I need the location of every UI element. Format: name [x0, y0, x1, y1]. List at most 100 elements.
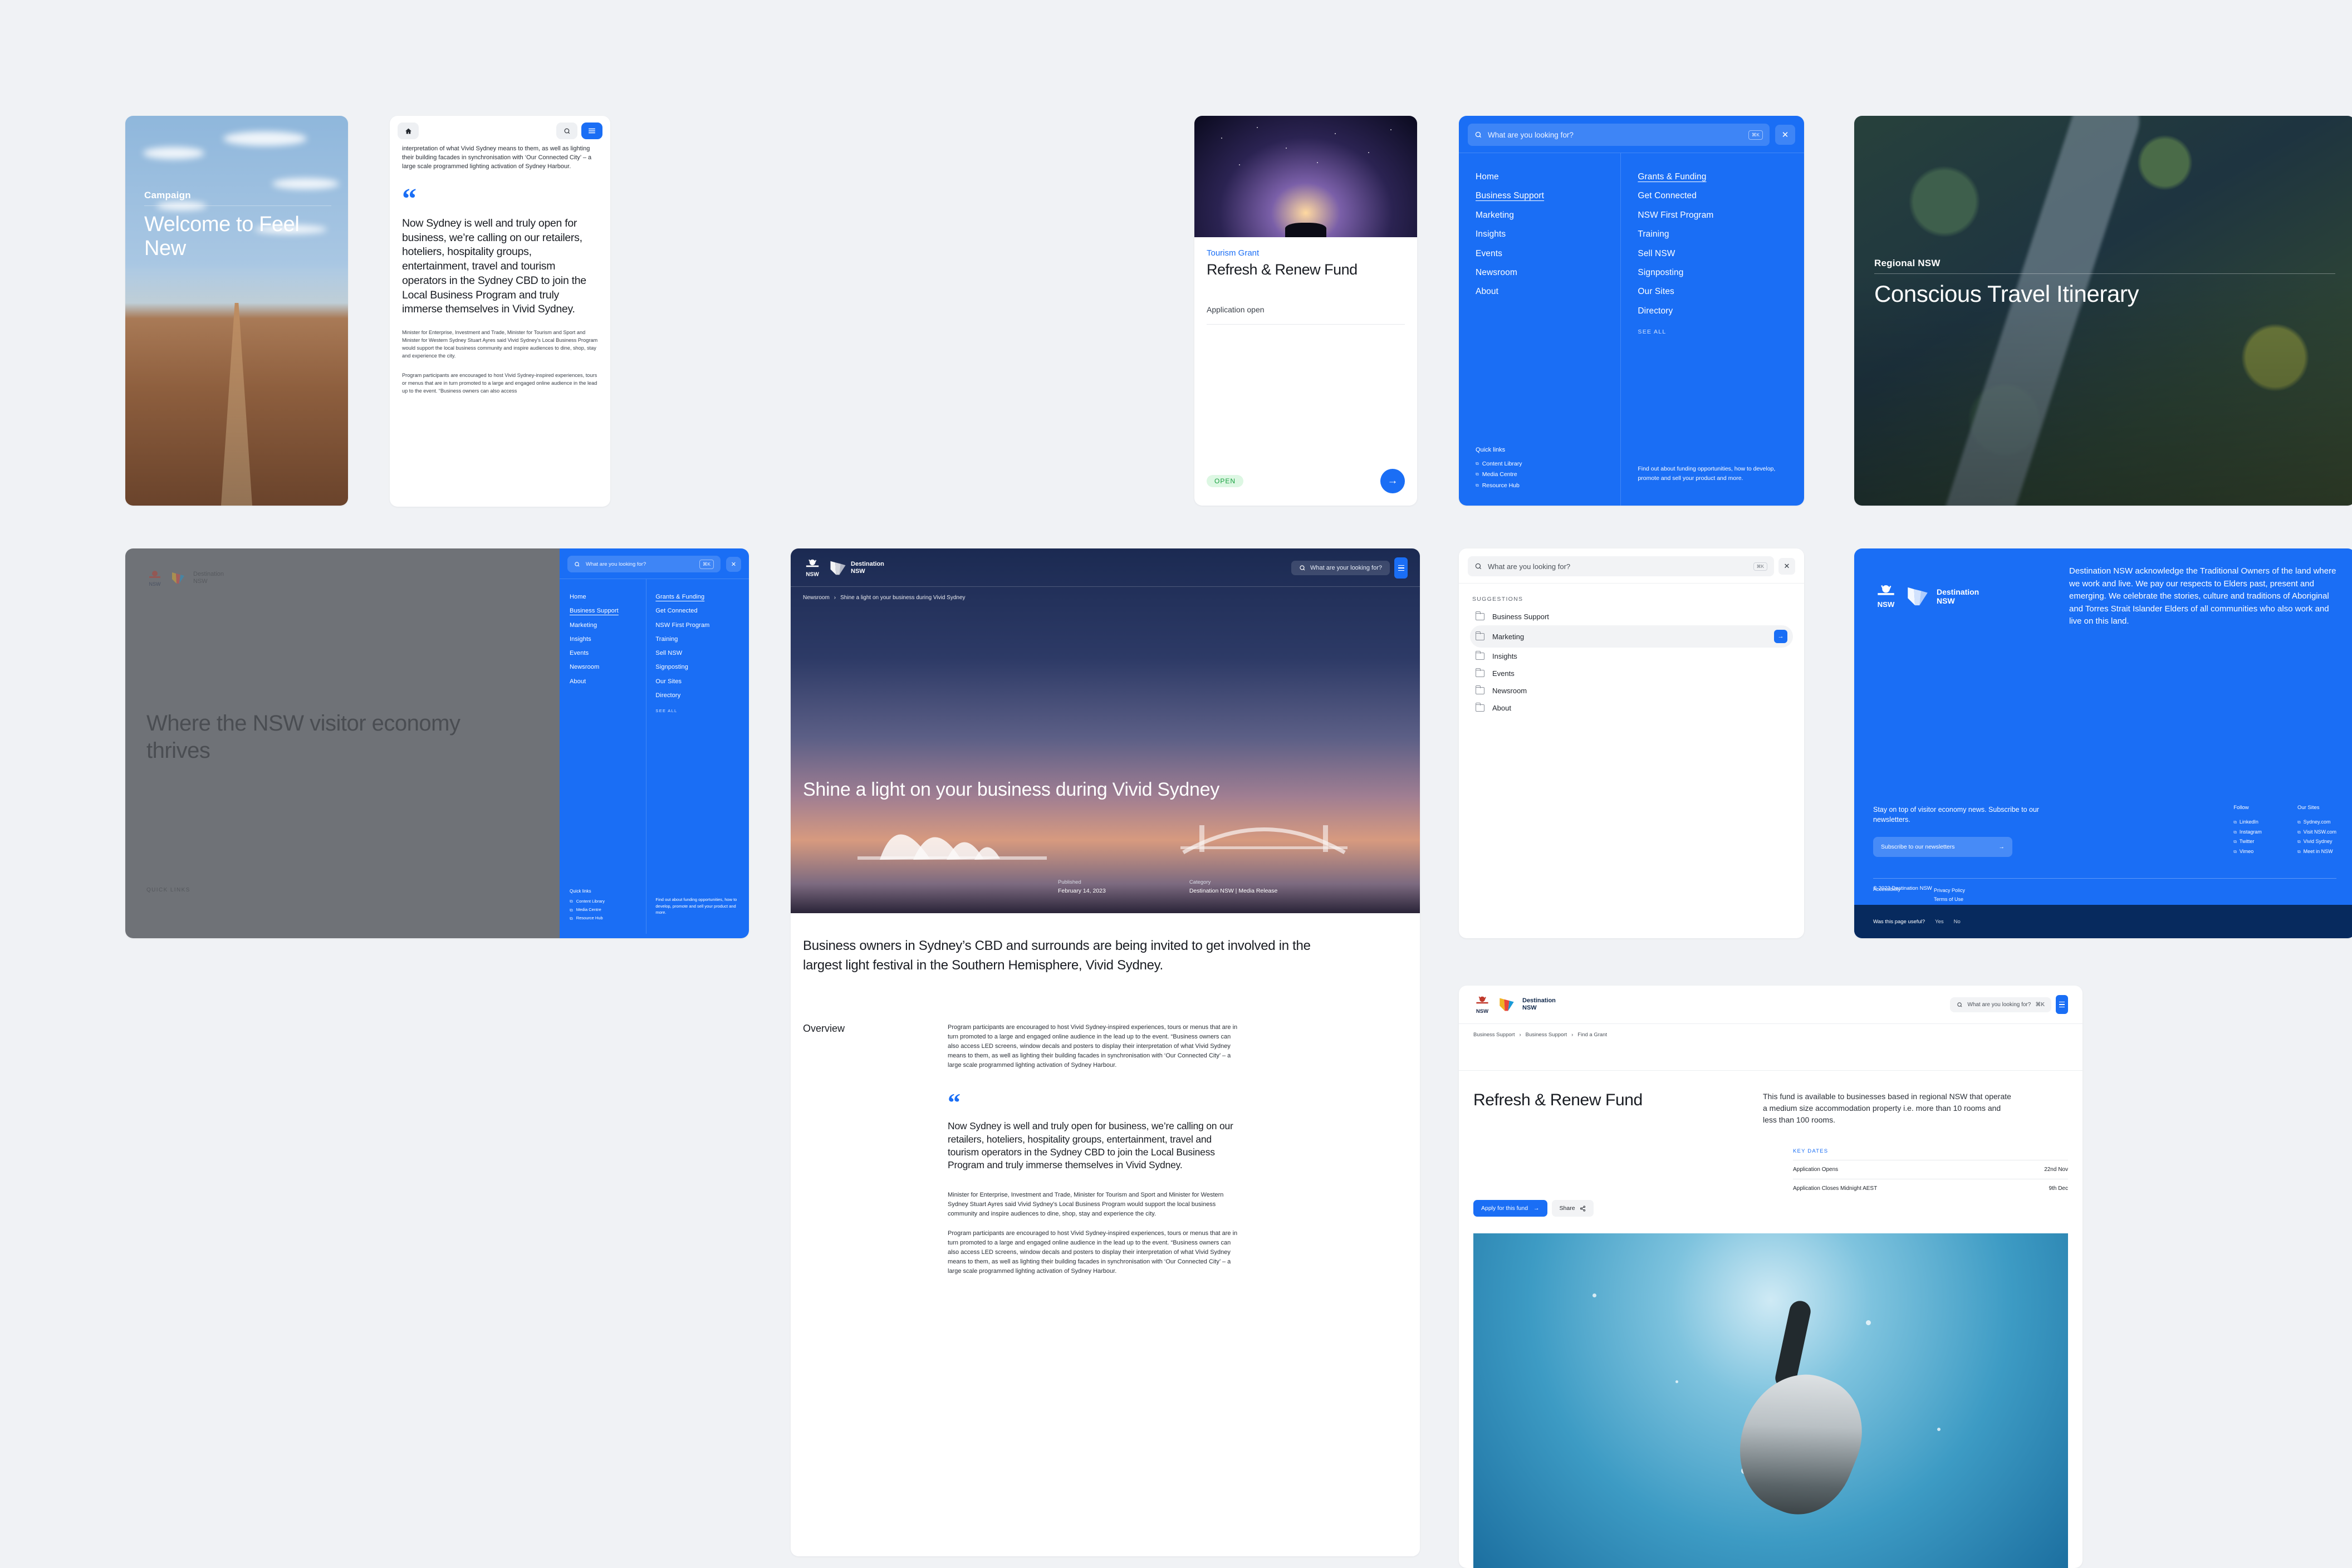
nav-item-directory[interactable]: Directory: [1638, 302, 1804, 321]
sidebar-item-home[interactable]: Home: [570, 590, 646, 604]
article-paragraph-1: Minister for Enterprise, Investment and …: [402, 329, 598, 360]
follow-link-twitter[interactable]: ⧉Twitter: [2233, 837, 2262, 847]
arrow-right-icon[interactable]: →: [1774, 630, 1787, 643]
card-mobile-article[interactable]: interpretation of what Vivid Sydney mean…: [390, 116, 610, 507]
quick-link-media-centre[interactable]: ⧉Media Centre: [1476, 469, 1522, 480]
search-input[interactable]: What are you looking for? ⌘K: [1950, 997, 2051, 1012]
nav-item-our-sites[interactable]: Our Sites: [655, 675, 749, 689]
search-icon[interactable]: [556, 122, 577, 139]
list-item[interactable]: Insights: [1470, 648, 1793, 665]
follow-link-vimeo[interactable]: ⧉Vimeo: [2233, 847, 2262, 857]
sidebar-item-about[interactable]: About: [570, 675, 646, 689]
sidebar-item-insights[interactable]: Insights: [1476, 225, 1620, 244]
sidebar-item-events[interactable]: Events: [1476, 244, 1620, 263]
home-icon[interactable]: [398, 122, 419, 139]
site-link-sydney[interactable]: ⧉Sydney.com: [2297, 817, 2336, 827]
nav-item-get-connected[interactable]: Get Connected: [1638, 187, 1804, 205]
sidebar-item-events[interactable]: Events: [570, 646, 646, 660]
search-input[interactable]: What are you looking for? ⌘K: [1468, 556, 1774, 576]
quick-link-media-centre[interactable]: ⧉Media Centre: [570, 906, 605, 914]
card-nav-overlay[interactable]: What are you looking for? ⌘K ✕ Home Busi…: [1459, 116, 1804, 506]
follow-link-linkedin[interactable]: ⧉LinkedIn: [2233, 817, 2262, 827]
search-input[interactable]: What are you looking for? ⌘K: [567, 556, 721, 572]
sidebar-item-newsroom[interactable]: Newsroom: [1476, 263, 1620, 282]
arrow-right-icon[interactable]: →: [1380, 469, 1405, 493]
quick-link-content-library[interactable]: ⧉Content Library: [570, 897, 605, 905]
key-dates-table: KEY DATES Application Opens 22nd Nov App…: [1793, 1148, 2068, 1198]
close-icon[interactable]: ✕: [1775, 125, 1795, 145]
grant-title: Refresh & Renew Fund: [1207, 261, 1405, 278]
quick-link-content-library[interactable]: ⧉Content Library: [1476, 459, 1522, 469]
folder-icon: [1476, 653, 1484, 660]
card-search-suggestions[interactable]: What are you looking for? ⌘K ✕ SUGGESTIO…: [1459, 548, 1804, 938]
close-icon[interactable]: ✕: [1778, 558, 1795, 575]
apply-button[interactable]: Apply for this fund →: [1473, 1200, 1547, 1217]
share-button[interactable]: Share: [1552, 1200, 1594, 1217]
divider: [144, 205, 331, 206]
destination-nsw-logo: Destination NSW: [829, 559, 884, 577]
sidebar-item-home[interactable]: Home: [1476, 168, 1620, 187]
menu-icon[interactable]: [2056, 995, 2068, 1014]
folder-icon: [1476, 704, 1484, 712]
see-all-link[interactable]: SEE ALL: [655, 708, 749, 713]
site-link-visitnsw[interactable]: ⧉Visit NSW.com: [2297, 827, 2336, 837]
sidebar-item-business-support[interactable]: Business Support: [570, 604, 646, 618]
site-link-meetinnsw[interactable]: ⧉Meet in NSW: [2297, 847, 2336, 857]
sidebar-item-business-support[interactable]: Business Support: [1476, 187, 1620, 205]
site-link-vivid[interactable]: ⧉Vivid Sydney: [2297, 837, 2336, 847]
see-all-link[interactable]: SEE ALL: [1638, 329, 1804, 335]
search-input[interactable]: What are you looking for? ⌘K: [1468, 124, 1770, 146]
nav-item-sell-nsw[interactable]: Sell NSW: [1638, 244, 1804, 263]
nav-item-signposting[interactable]: Signposting: [655, 660, 749, 674]
list-item[interactable]: Business Support: [1470, 608, 1793, 625]
nav-item-grants-funding[interactable]: Grants & Funding: [1638, 168, 1804, 187]
card-site-footer[interactable]: NSW Destination NSW Destination NSW ackn…: [1854, 548, 2352, 938]
card-conscious-travel[interactable]: Regional NSW Conscious Travel Itinerary: [1854, 116, 2352, 506]
list-item-label: Business Support: [1492, 612, 1787, 621]
nav-item-nsw-first-program[interactable]: NSW First Program: [1638, 206, 1804, 225]
sidebar-item-newsroom[interactable]: Newsroom: [570, 660, 646, 674]
nav-item-nsw-first-program[interactable]: NSW First Program: [655, 619, 749, 633]
menu-icon[interactable]: [581, 122, 602, 139]
list-item[interactable]: Events: [1470, 665, 1793, 682]
nav-item-signposting[interactable]: Signposting: [1638, 263, 1804, 282]
sidebar-item-insights[interactable]: Insights: [570, 633, 646, 646]
list-item[interactable]: Marketing →: [1470, 625, 1793, 648]
external-link-icon: ⧉: [570, 897, 573, 905]
nav-overlay-panel[interactable]: What are you looking for? ⌘K ✕ Home Busi…: [560, 548, 749, 938]
link-terms-of-use[interactable]: Terms of Use: [1934, 895, 1965, 904]
quick-link-resource-hub[interactable]: ⧉Resource Hub: [1476, 481, 1522, 491]
nav-item-directory[interactable]: Directory: [655, 689, 749, 703]
arrow-right-icon: →: [1533, 1205, 1540, 1212]
sidebar-item-about[interactable]: About: [1476, 282, 1620, 301]
nav-item-our-sites[interactable]: Our Sites: [1638, 282, 1804, 301]
share-icon: [1580, 1206, 1586, 1212]
breadcrumb-item-2[interactable]: Business Support: [1526, 1032, 1567, 1038]
card-fund-detail-page[interactable]: NSW Destination NSW What are you looking…: [1459, 986, 2082, 1568]
breadcrumb-item-newsroom[interactable]: Newsroom: [803, 595, 830, 601]
card-campaign-feel-new[interactable]: Campaign Welcome to Feel New: [125, 116, 348, 506]
feedback-yes-button[interactable]: Yes: [1935, 919, 1944, 925]
breadcrumb-item-1[interactable]: Business Support: [1473, 1032, 1515, 1038]
card-homepage-dimmed[interactable]: NSW Destination NSW Where the NSW visito…: [125, 548, 749, 938]
list-item[interactable]: About: [1470, 699, 1793, 717]
card-vivid-article[interactable]: NSW Destination NSW: [791, 548, 1420, 1556]
sidebar-item-marketing[interactable]: Marketing: [1476, 206, 1620, 225]
menu-icon[interactable]: [1394, 557, 1408, 579]
feedback-no-button[interactable]: No: [1954, 919, 1961, 925]
link-privacy-policy[interactable]: Privacy Policy: [1934, 886, 1965, 895]
nav-item-grants-funding[interactable]: Grants & Funding: [655, 590, 749, 604]
nav-item-sell-nsw[interactable]: Sell NSW: [655, 646, 749, 660]
sidebar-item-marketing[interactable]: Marketing: [570, 619, 646, 633]
card-tourism-grant[interactable]: Tourism Grant Refresh & Renew Fund Appli…: [1194, 116, 1417, 506]
search-input[interactable]: What are your looking for?: [1291, 561, 1390, 575]
quick-link-resource-hub[interactable]: ⧉Resource Hub: [570, 914, 605, 923]
subscribe-button[interactable]: Subscribe to our newsletters →: [1873, 837, 2012, 857]
follow-link-instagram[interactable]: ⧉Instagram: [2233, 827, 2262, 837]
close-icon[interactable]: ✕: [726, 557, 741, 572]
nav-item-training[interactable]: Training: [655, 633, 749, 646]
published-value: February 14, 2023: [1058, 888, 1106, 894]
nav-item-get-connected[interactable]: Get Connected: [655, 604, 749, 618]
list-item[interactable]: Newsroom: [1470, 682, 1793, 699]
nav-item-training[interactable]: Training: [1638, 225, 1804, 244]
